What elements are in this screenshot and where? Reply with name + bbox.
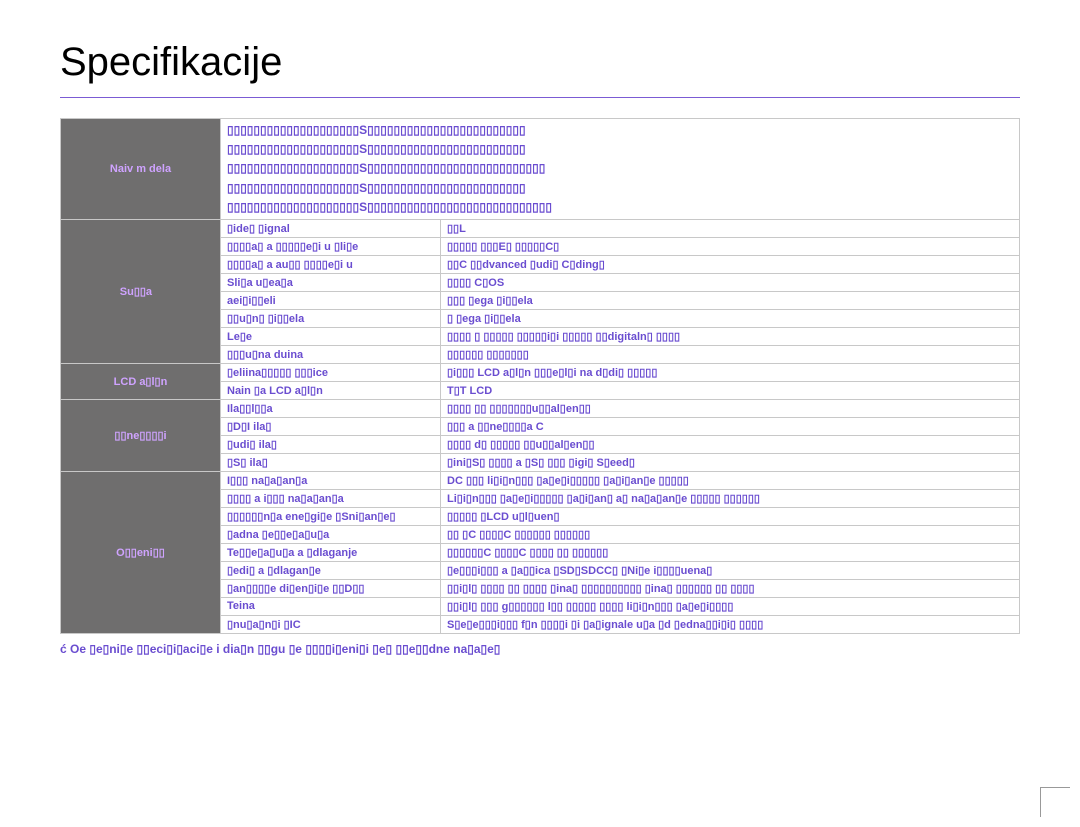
spec-prop: Nain ▯a LCD a▯l▯n	[221, 381, 441, 399]
footnote-text: ć Oe ▯e▯ni▯e ▯▯eci▯i▯aci▯e i dia▯n ▯▯gu …	[60, 642, 1020, 656]
spec-prop: ▯an▯▯▯▯e di▯en▯i▯e ▯▯D▯▯	[221, 579, 441, 597]
models-list: ▯▯▯▯▯▯▯▯▯▯▯▯▯▯▯▯▯▯▯▯S▯▯▯▯▯▯▯▯▯▯▯▯▯▯▯▯▯▯▯…	[221, 119, 1020, 220]
page-title: Specifikacije	[60, 40, 1020, 98]
spec-val: ▯▯▯ ▯ega ▯i▯▯ela	[441, 291, 1020, 309]
spec-val: T▯T LCD	[441, 381, 1020, 399]
spec-val: ▯▯▯▯ ▯ ▯▯▯▯▯ ▯▯▯▯▯i▯i ▯▯▯▯▯ ▯▯digitaln▯ …	[441, 327, 1020, 345]
specifications-table: Naiv m dela▯▯▯▯▯▯▯▯▯▯▯▯▯▯▯▯▯▯▯▯S▯▯▯▯▯▯▯▯…	[60, 118, 1020, 634]
spec-val: ▯▯▯▯ C▯OS	[441, 273, 1020, 291]
page-corner-decoration	[1040, 787, 1070, 817]
spec-prop: ▯D▯I ila▯	[221, 417, 441, 435]
spec-val: DC ▯▯▯ li▯i▯n▯▯▯ ▯a▯e▯i▯▯▯▯▯ ▯a▯i▯an▯e ▯…	[441, 471, 1020, 489]
spec-prop: Teina	[221, 597, 441, 615]
spec-prop: ▯edi▯ a ▯dlagan▯e	[221, 561, 441, 579]
spec-prop: aei▯i▯▯eli	[221, 291, 441, 309]
spec-prop: Le▯e	[221, 327, 441, 345]
spec-prop: ▯S▯ ila▯	[221, 453, 441, 471]
spec-prop: ▯udi▯ ila▯	[221, 435, 441, 453]
spec-prop: ▯▯▯▯a▯ a ▯▯▯▯▯e▯i u ▯li▯e	[221, 237, 441, 255]
section-label: LCD a▯l▯n	[61, 363, 221, 399]
spec-val: ▯▯i▯l▯ ▯▯▯ g▯▯▯▯▯▯ l▯▯ ▯▯▯▯▯ ▯▯▯▯ li▯i▯n…	[441, 597, 1020, 615]
spec-prop: ▯▯▯▯a▯ a au▯▯ ▯▯▯▯e▯i u	[221, 255, 441, 273]
spec-val: Li▯i▯n▯▯▯ ▯a▯e▯i▯▯▯▯▯ ▯a▯i▯an▯ a▯ na▯a▯a…	[441, 489, 1020, 507]
spec-val: ▯ini▯S▯ ▯▯▯▯ a ▯S▯ ▯▯▯ ▯igi▯ S▯eed▯	[441, 453, 1020, 471]
spec-prop: ▯▯▯▯ a i▯▯▯ na▯a▯an▯a	[221, 489, 441, 507]
section-label: O▯▯eni▯▯	[61, 471, 221, 633]
section-label-models: Naiv m dela	[61, 119, 221, 220]
spec-prop: I▯▯▯ na▯a▯an▯a	[221, 471, 441, 489]
spec-val: ▯▯C ▯▯dvanced ▯udi▯ C▯ding▯	[441, 255, 1020, 273]
spec-val: ▯▯▯▯▯ ▯▯▯E▯ ▯▯▯▯▯C▯	[441, 237, 1020, 255]
spec-val: ▯▯▯▯ d▯ ▯▯▯▯▯ ▯▯u▯▯al▯en▯▯	[441, 435, 1020, 453]
spec-prop: Ila▯▯l▯▯a	[221, 399, 441, 417]
section-label: Su▯▯a	[61, 219, 221, 363]
spec-prop: ▯▯u▯n▯ ▯i▯▯ela	[221, 309, 441, 327]
spec-prop: Te▯▯e▯a▯u▯a a ▯dlaganje	[221, 543, 441, 561]
spec-val: ▯▯L	[441, 219, 1020, 237]
spec-val: ▯▯i▯l▯ ▯▯▯▯ ▯▯ ▯▯▯▯ ▯ina▯ ▯▯▯▯▯▯▯▯▯▯ ▯in…	[441, 579, 1020, 597]
spec-prop: ▯ide▯ ▯ignal	[221, 219, 441, 237]
spec-prop: ▯eliina▯▯▯▯▯ ▯▯▯ice	[221, 363, 441, 381]
spec-prop: ▯▯▯u▯na duina	[221, 345, 441, 363]
spec-val: ▯▯▯▯ ▯▯ ▯▯▯▯▯▯▯u▯▯al▯en▯▯	[441, 399, 1020, 417]
spec-prop: ▯▯▯▯▯▯n▯a ene▯gi▯e ▯Sni▯an▯e▯	[221, 507, 441, 525]
spec-val: ▯▯ ▯C ▯▯▯▯C ▯▯▯▯▯▯ ▯▯▯▯▯▯	[441, 525, 1020, 543]
section-label: ▯▯ne▯▯▯▯i	[61, 399, 221, 471]
spec-prop: ▯adna ▯e▯▯e▯a▯u▯a	[221, 525, 441, 543]
spec-val: S▯e▯e▯▯▯i▯▯▯ f▯n ▯▯▯▯i ▯i ▯a▯ignale u▯a …	[441, 615, 1020, 633]
spec-val: ▯i▯▯▯ LCD a▯l▯n ▯▯▯e▯l▯i na d▯di▯ ▯▯▯▯▯	[441, 363, 1020, 381]
spec-val: ▯▯▯▯▯ ▯LCD u▯l▯uen▯	[441, 507, 1020, 525]
spec-val: ▯e▯▯▯i▯▯▯ a ▯a▯▯ica ▯SD▯SDCC▯ ▯Ni▯e i▯▯▯…	[441, 561, 1020, 579]
spec-prop: Sli▯a u▯ea▯a	[221, 273, 441, 291]
spec-val: ▯ ▯ega ▯i▯▯ela	[441, 309, 1020, 327]
spec-val: ▯▯▯▯▯▯ ▯▯▯▯▯▯▯	[441, 345, 1020, 363]
spec-prop: ▯nu▯a▯n▯i ▯IC	[221, 615, 441, 633]
spec-val: ▯▯▯▯▯▯C ▯▯▯▯C ▯▯▯▯ ▯▯ ▯▯▯▯▯▯	[441, 543, 1020, 561]
spec-val: ▯▯▯ a ▯▯ne▯▯▯▯a C	[441, 417, 1020, 435]
